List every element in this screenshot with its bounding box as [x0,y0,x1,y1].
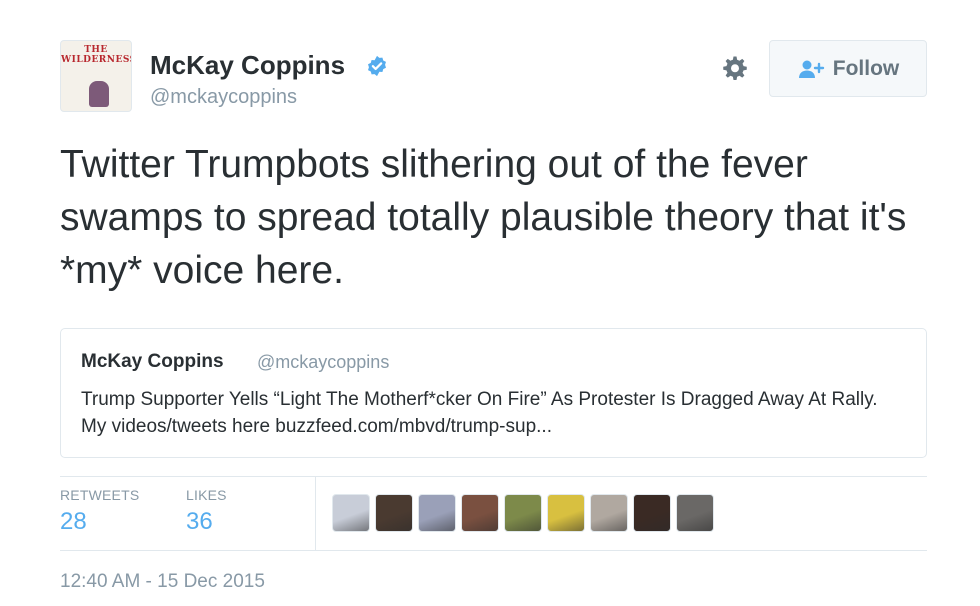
likes-count: 36 [186,508,213,535]
avatar-figure [89,81,109,107]
liker-avatar[interactable] [547,494,585,532]
quoted-tweet[interactable]: McKay Coppins @mckaycoppins Trump Suppor… [60,328,927,458]
liker-avatar[interactable] [633,494,671,532]
liker-avatar[interactable] [375,494,413,532]
liker-avatar[interactable] [590,494,628,532]
liker-avatar[interactable] [676,494,714,532]
follow-button-label: Follow [832,56,900,80]
likes-stat[interactable]: LIKES 36 [186,487,227,536]
tweet-timestamp[interactable]: 12:40 AM - 15 Dec 2015 [60,571,265,593]
stats-divider-bottom [60,550,927,551]
quoted-tweet-author-handle: @mckaycoppins [257,352,390,372]
liker-avatar[interactable] [332,494,370,532]
follow-button[interactable]: Follow [769,40,927,97]
quoted-tweet-author-name: McKay Coppins [81,351,224,372]
liker-avatar[interactable] [461,494,499,532]
liker-avatar[interactable] [504,494,542,532]
quoted-tweet-text: Trump Supporter Yells “Light The Motherf… [81,389,878,437]
stats-divider-top [60,476,927,477]
author-name[interactable]: McKay Coppins [150,50,345,81]
gear-icon[interactable] [720,54,750,84]
author-handle[interactable]: @mckaycoppins [150,86,297,109]
liker-avatars [332,494,714,532]
retweets-stat[interactable]: RETWEETS 28 [60,487,139,536]
likes-label: LIKES [186,487,227,503]
stats-divider-vertical [315,477,316,550]
liker-avatar[interactable] [418,494,456,532]
add-user-icon [798,60,824,78]
tweet-text: Twitter Trumpbots slithering out of the … [60,143,907,292]
verified-badge-icon [368,55,386,77]
retweets-label: RETWEETS [60,487,140,503]
avatar-book-title: THE WILDERNESS [61,45,132,65]
retweets-count: 28 [60,508,87,535]
author-avatar[interactable]: THE WILDERNESS [60,40,132,112]
